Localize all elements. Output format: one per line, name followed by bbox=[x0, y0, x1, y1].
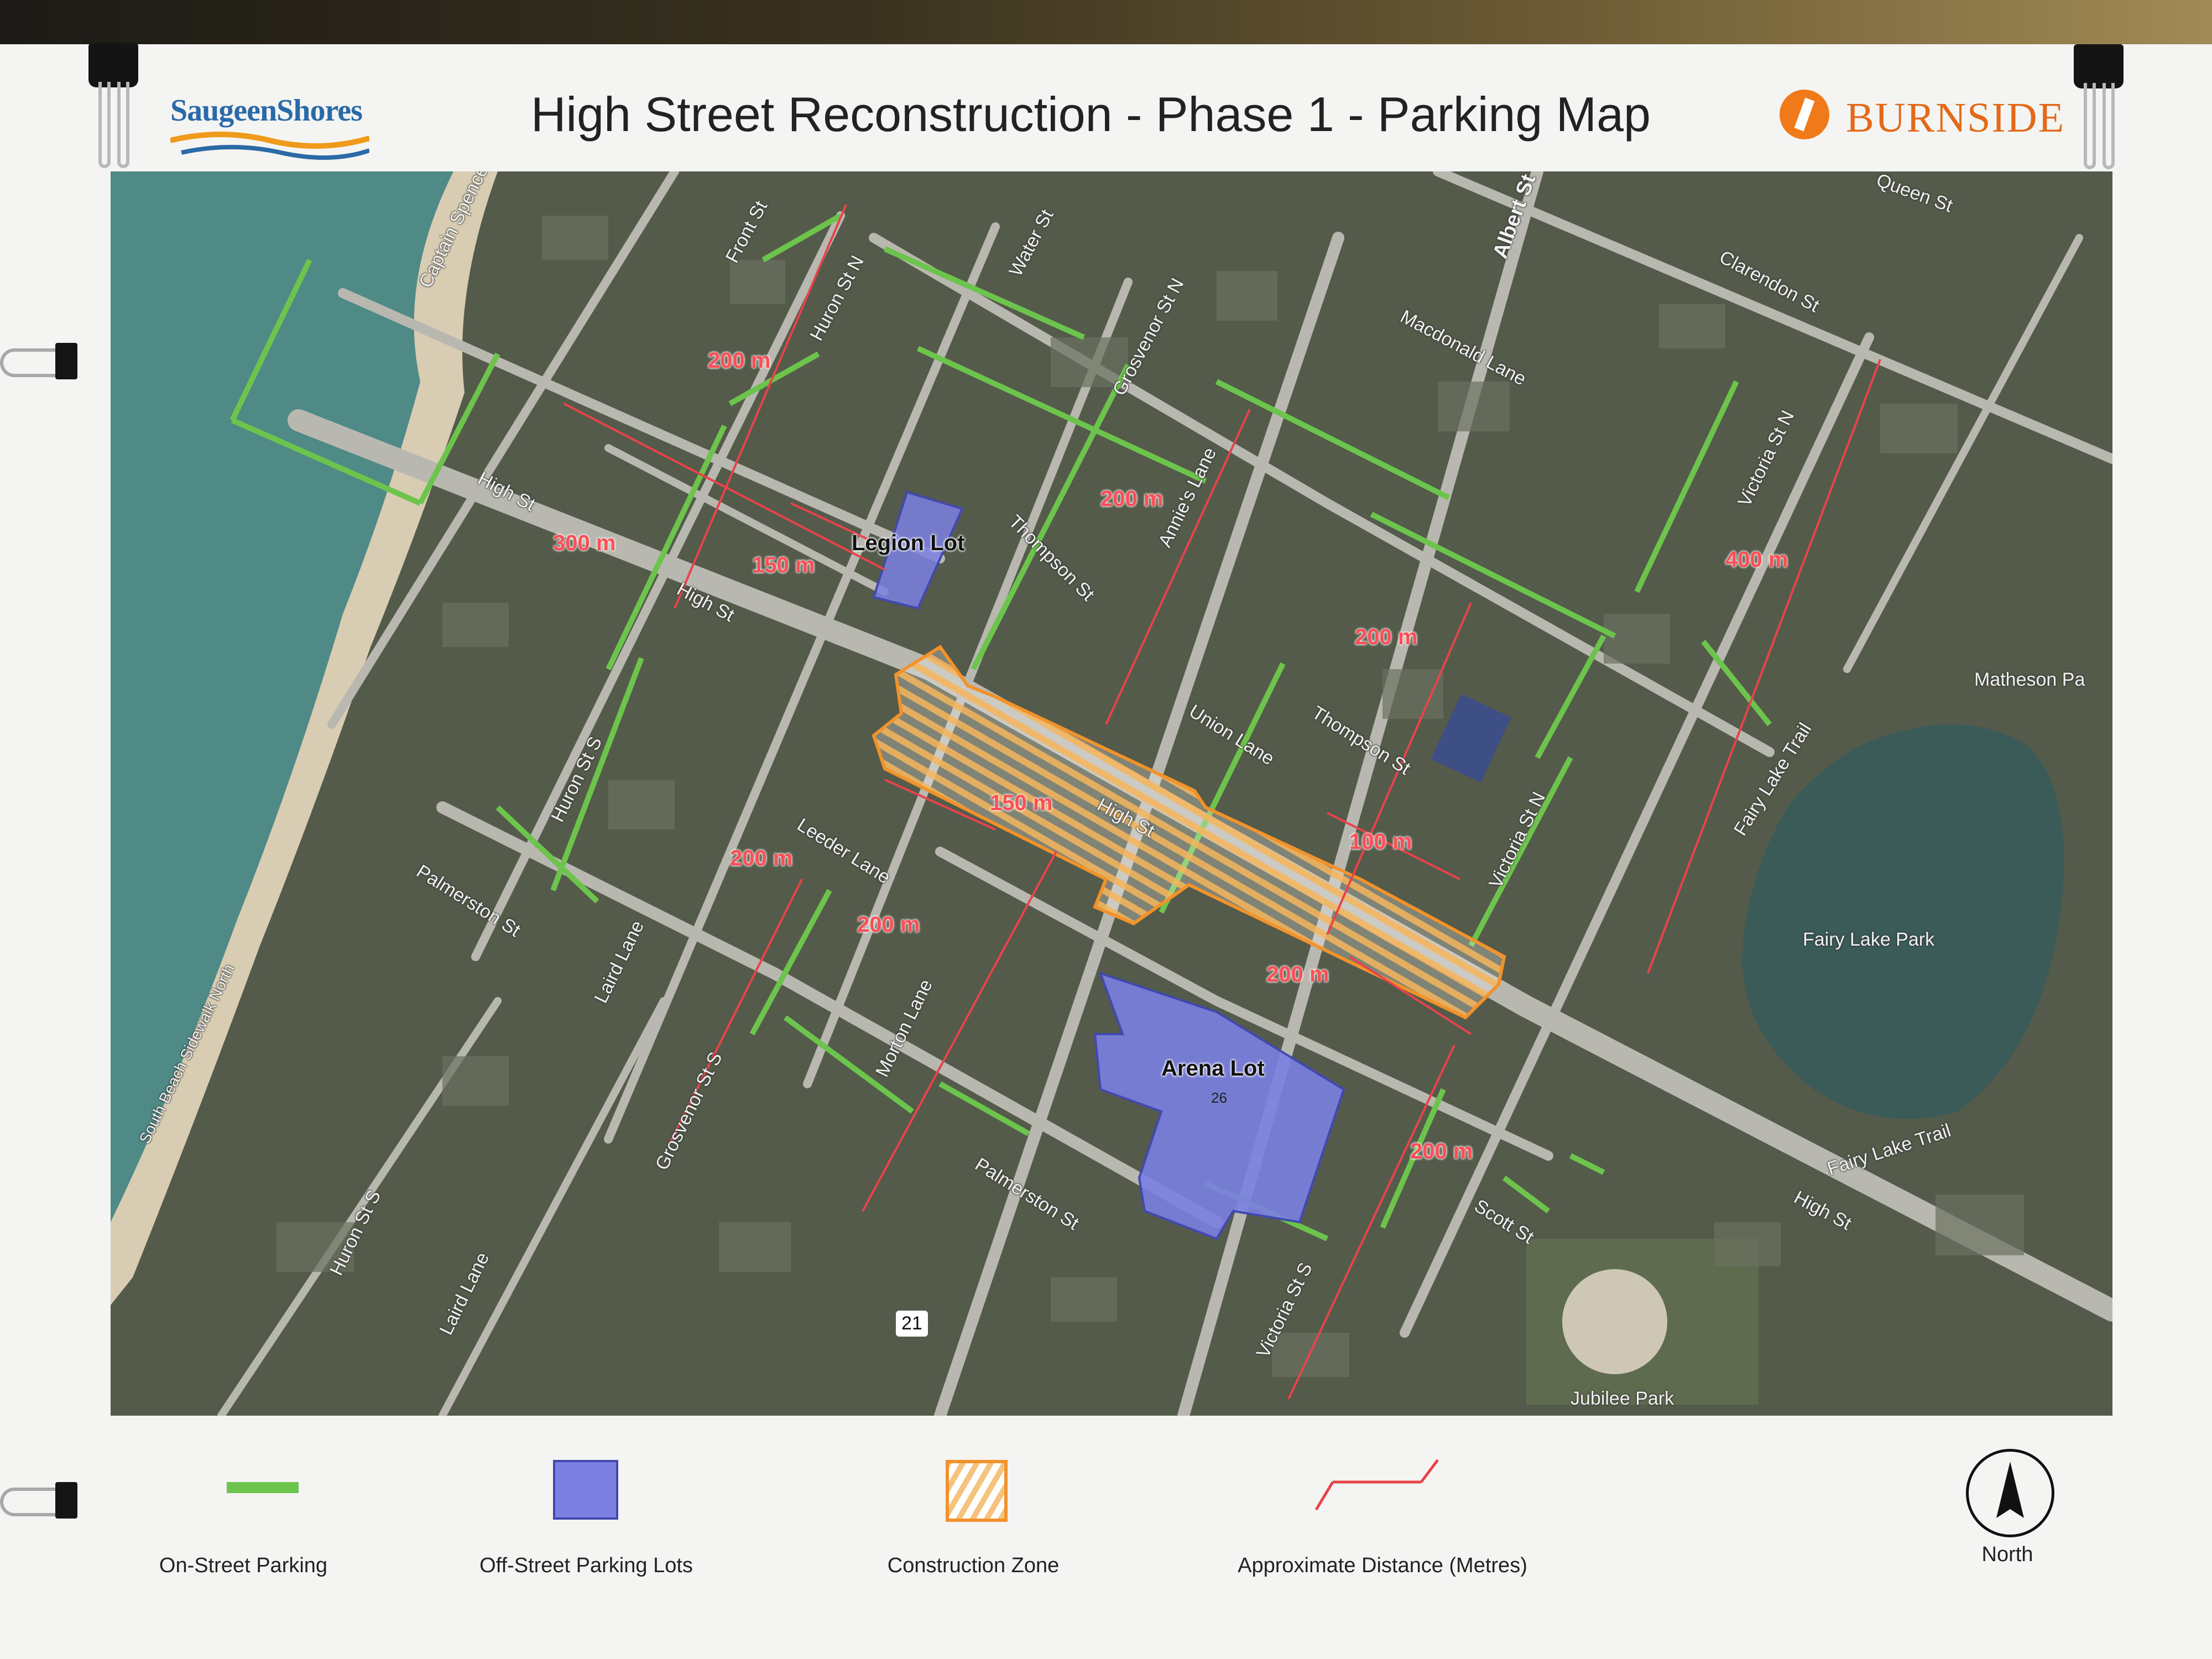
on-street-parking-swatch bbox=[227, 1482, 299, 1493]
park-label-matheson: Matheson Pa bbox=[1974, 669, 2085, 690]
legend-construction-zone: Construction Zone bbox=[863, 1438, 1084, 1593]
legend-off-street-parking: Off-Street Parking Lots bbox=[470, 1438, 702, 1593]
distance-label: 200 m bbox=[857, 912, 920, 937]
park-label-jubilee-park: Jubilee Park bbox=[1571, 1388, 1674, 1409]
distance-label: 400 m bbox=[1725, 547, 1788, 572]
highway-21-shield: 21 bbox=[896, 1311, 928, 1337]
clip-arm bbox=[98, 82, 111, 168]
arena-lot-label: Arena Lot bbox=[1161, 1056, 1265, 1081]
distance-label: 200 m bbox=[1410, 1139, 1473, 1164]
side-clip-body bbox=[55, 1482, 77, 1519]
distance-label: 200 m bbox=[1355, 625, 1418, 649]
clip-arm bbox=[2103, 83, 2115, 169]
legend-label-construction: Construction Zone bbox=[887, 1554, 1060, 1577]
legend-approximate-distance: Approximate Distance (Metres) bbox=[1217, 1438, 1548, 1593]
legend-north: North bbox=[1936, 1438, 2079, 1593]
page-title: High Street Reconstruction - Phase 1 - P… bbox=[531, 87, 1651, 142]
map-legend: On-Street Parking Off-Street Parking Lot… bbox=[111, 1438, 2101, 1593]
distance-label: 100 m bbox=[1349, 830, 1412, 854]
construction-zone-swatch bbox=[946, 1460, 1008, 1522]
legend-label-distance: Approximate Distance (Metres) bbox=[1238, 1554, 1527, 1577]
jubilee-park-field bbox=[1562, 1269, 1667, 1374]
burnside-logo: BURNSIDE bbox=[1780, 86, 2067, 153]
legend-label-off-street: Off-Street Parking Lots bbox=[479, 1554, 693, 1577]
north-arrow-icon bbox=[1966, 1449, 2054, 1537]
legend-on-street-parking: On-Street Parking bbox=[144, 1438, 343, 1593]
aerial-map[interactable]: Front St Huron St N Water St Grosvenor S… bbox=[111, 171, 2112, 1416]
legend-label-on-street: On-Street Parking bbox=[159, 1554, 328, 1577]
distance-label: 150 m bbox=[990, 791, 1053, 815]
distance-label: 300 m bbox=[553, 531, 616, 555]
saugeen-shores-logo-text: SaugeenShores bbox=[170, 93, 363, 128]
legion-lot-label: Legion Lot bbox=[852, 531, 965, 555]
distance-label: 200 m bbox=[730, 846, 793, 870]
map-graphics bbox=[111, 171, 2112, 1416]
arena-lot-number: 26 bbox=[1211, 1089, 1227, 1106]
logo-part-1: Saugeen bbox=[170, 93, 277, 128]
map-header: SaugeenShores High Street Reconstruction… bbox=[111, 66, 2101, 166]
distance-label: 200 m bbox=[1266, 962, 1329, 987]
logo-wave-icon bbox=[170, 132, 369, 160]
distance-label: 150 m bbox=[752, 553, 815, 577]
burnside-mark-icon bbox=[1780, 90, 1829, 139]
distance-marker-swatch bbox=[1314, 1459, 1439, 1511]
burnside-logo-text: BURNSIDE bbox=[1846, 95, 2065, 141]
side-clip-body bbox=[55, 343, 77, 379]
side-clip-bottom bbox=[0, 1482, 83, 1521]
distance-label: 200 m bbox=[708, 348, 771, 373]
distance-label: 200 m bbox=[1100, 487, 1164, 511]
park-label-fairy-lake-park: Fairy Lake Park bbox=[1803, 929, 1935, 950]
off-street-lot-swatch bbox=[553, 1460, 618, 1520]
legend-label-north: North bbox=[1981, 1543, 2033, 1566]
logo-part-2: Shores bbox=[276, 93, 363, 128]
side-clip-top bbox=[0, 343, 83, 382]
saugeen-shores-logo: SaugeenShores bbox=[170, 88, 369, 160]
